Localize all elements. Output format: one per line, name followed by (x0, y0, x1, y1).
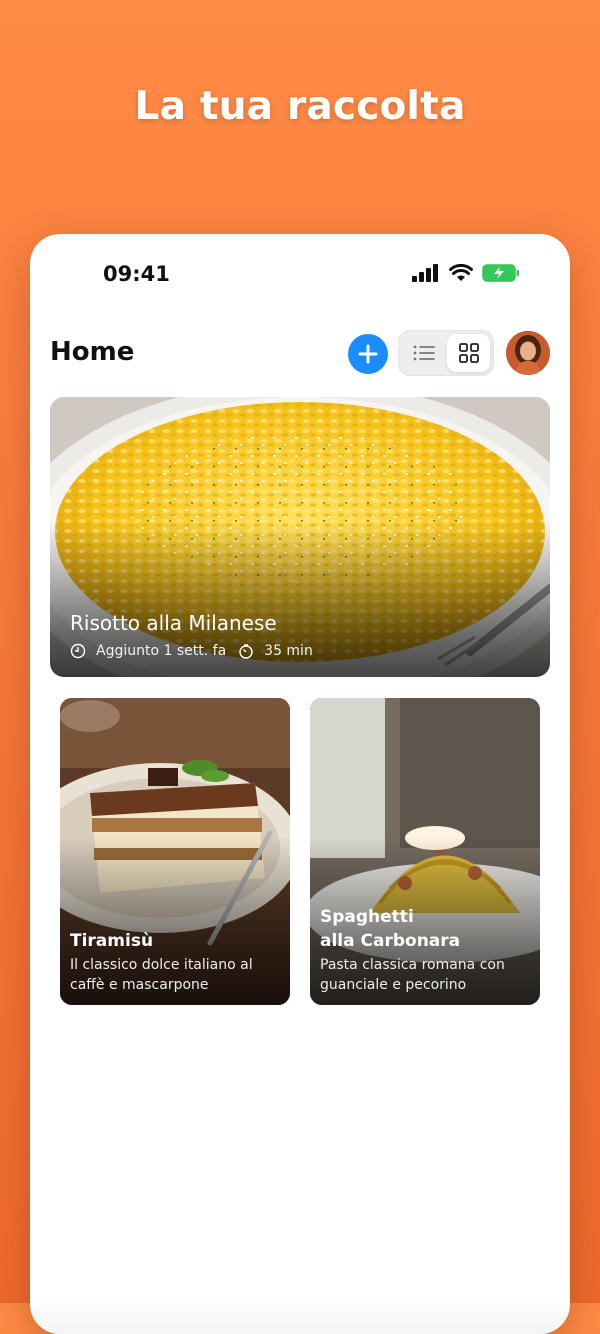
cellular-signal-icon (412, 264, 438, 282)
page-title: Home (50, 337, 135, 367)
phone-screen: 09:41 Home Risotto alla Milanese Aggiunt… (30, 234, 570, 1334)
battery-charging-icon (482, 264, 519, 282)
wifi-icon (449, 264, 473, 281)
bottom-fade (30, 1294, 570, 1334)
plus-icon (358, 344, 378, 364)
featured-added: Aggiunto 1 sett. fa (96, 643, 227, 659)
grid-view-button[interactable] (447, 334, 490, 372)
clock-icon (70, 643, 86, 659)
card-title-line1: Tiramisù (70, 931, 154, 951)
grid-icon (458, 343, 479, 363)
card-description: Pasta classica romana con guanciale e pe… (320, 957, 505, 993)
recipe-card-tiramisu[interactable]: Tiramisù Il classico dolce italiano al c… (60, 698, 290, 1005)
card-title-line2: alla Carbonara (320, 931, 461, 951)
card-description: Il classico dolce italiano al caffè e ma… (70, 957, 253, 993)
featured-recipe-card[interactable]: Risotto alla Milanese Aggiunto 1 sett. f… (50, 397, 550, 677)
list-view-button[interactable] (402, 334, 446, 372)
headline: La tua raccolta (134, 84, 466, 129)
view-mode-toggle (398, 330, 494, 376)
recipe-card-carbonara[interactable]: Spaghetti alla Carbonara Pasta classica … (310, 698, 540, 1005)
user-avatar-icon (506, 331, 550, 375)
card-title-line1: Spaghetti (320, 907, 414, 927)
timer-icon (239, 644, 253, 659)
status-icons (412, 264, 520, 282)
featured-title: Risotto alla Milanese (70, 611, 277, 635)
add-recipe-button[interactable] (348, 334, 388, 374)
list-icon (413, 345, 435, 361)
status-time: 09:41 (103, 262, 170, 286)
featured-meta: Aggiunto 1 sett. fa 35 min (70, 643, 313, 659)
featured-duration: 35 min (264, 643, 313, 659)
avatar[interactable] (506, 331, 550, 375)
